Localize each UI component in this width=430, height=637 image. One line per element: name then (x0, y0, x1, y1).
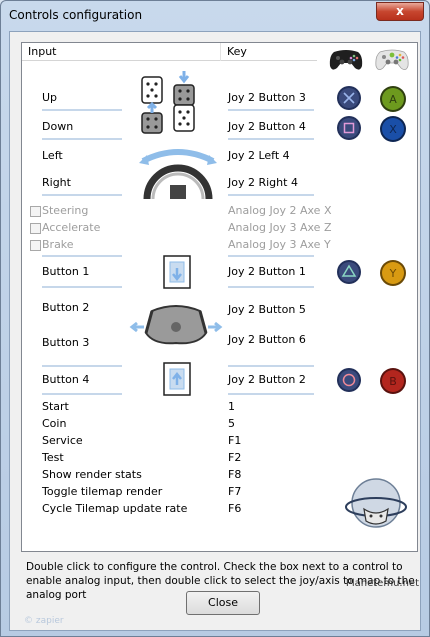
svg-text:X: X (389, 123, 397, 136)
key-value-steering[interactable]: Analog Joy 2 Axe X (228, 204, 331, 217)
ps-circle-button-icon (337, 368, 361, 392)
controls-list[interactable]: Input Key Up Joy 2 Button 3 Down Joy 2 B… (21, 42, 418, 552)
key-value-button-1[interactable]: Joy 2 Button 1 (228, 265, 306, 278)
key-value-button-3[interactable]: Joy 2 Button 6 (228, 333, 306, 346)
key-value-left[interactable]: Joy 2 Left 4 (228, 149, 290, 162)
shifter-up-icon (163, 255, 191, 289)
input-label-button-4[interactable]: Button 4 (42, 373, 89, 386)
input-label-test[interactable]: Test (42, 451, 64, 464)
input-label-cycle-tilemap-update-rate[interactable]: Cycle Tilemap update rate (42, 502, 187, 515)
row-separator (42, 138, 122, 140)
copyright-watermark: © zapier (24, 616, 64, 626)
ps-cross-button-icon (337, 86, 361, 110)
input-label-coin[interactable]: Coin (42, 417, 66, 430)
xbox-gamepad-icon (375, 49, 409, 70)
input-label-button-2[interactable]: Button 2 (42, 301, 89, 314)
svg-text:Y: Y (389, 267, 397, 280)
key-value-accelerate[interactable]: Analog Joy 3 Axe Z (228, 221, 331, 234)
key-value-brake[interactable]: Analog Joy 3 Axe Y (228, 238, 331, 251)
xbox-b-button-icon: B (380, 368, 406, 394)
row-separator (228, 255, 314, 257)
dialog-client-area: Input Key Up Joy 2 Button 3 Down Joy 2 B… (9, 31, 421, 631)
svg-text:B: B (389, 375, 397, 388)
xbox-y-button-icon: Y (380, 260, 406, 286)
row-separator (42, 286, 122, 288)
key-value-start[interactable]: 1 (228, 400, 235, 413)
input-label-service[interactable]: Service (42, 434, 83, 447)
input-label-button-1[interactable]: Button 1 (42, 265, 89, 278)
key-value-button-2[interactable]: Joy 2 Button 5 (228, 303, 306, 316)
column-header-input[interactable]: Input (22, 43, 220, 61)
planet-emulation-logo (345, 478, 407, 528)
input-label-toggle-tilemap-render[interactable]: Toggle tilemap render (42, 485, 162, 498)
pedals-illustration-icon (141, 71, 195, 134)
input-label-show-render-stats[interactable]: Show render stats (42, 468, 142, 481)
ps-triangle-button-icon (337, 260, 361, 284)
key-value-right[interactable]: Joy 2 Right 4 (228, 176, 298, 189)
key-value-service[interactable]: F1 (228, 434, 241, 447)
input-label-up[interactable]: Up (42, 91, 57, 104)
xbox-a-button-icon: A (380, 86, 406, 112)
column-header-key[interactable]: Key (221, 43, 317, 61)
row-separator (42, 109, 122, 111)
row-separator (228, 393, 314, 395)
shifter-down-icon (163, 362, 191, 396)
window-title: Controls configuration (9, 8, 143, 22)
key-value-coin[interactable]: 5 (228, 417, 235, 430)
input-label-steering[interactable]: Steering (42, 204, 88, 217)
key-value-test[interactable]: F2 (228, 451, 241, 464)
steering-wheel-icon (139, 149, 217, 200)
steering-analog-checkbox[interactable] (30, 206, 41, 217)
row-separator (42, 365, 122, 367)
row-separator (42, 194, 122, 196)
row-separator (42, 255, 122, 257)
window-close-button[interactable]: x (376, 2, 424, 21)
close-button[interactable]: Close (186, 591, 260, 615)
input-label-accelerate[interactable]: Accelerate (42, 221, 100, 234)
input-label-left[interactable]: Left (42, 149, 63, 162)
wheel-paddles-icon (129, 305, 223, 345)
row-separator (228, 286, 314, 288)
site-watermark: Planetemu.net (345, 578, 419, 589)
row-separator (42, 393, 122, 395)
row-separator (228, 365, 314, 367)
key-value-show-render-stats[interactable]: F8 (228, 468, 241, 481)
key-value-cycle-tilemap-update-rate[interactable]: F6 (228, 502, 241, 515)
key-value-down[interactable]: Joy 2 Button 4 (228, 120, 306, 133)
key-value-toggle-tilemap-render[interactable]: F7 (228, 485, 241, 498)
svg-text:A: A (389, 93, 397, 106)
xbox-x-button-icon: X (380, 116, 406, 142)
playstation-gamepad-icon (329, 50, 363, 70)
row-separator (228, 138, 314, 140)
row-separator (228, 194, 314, 196)
key-value-button-4[interactable]: Joy 2 Button 2 (228, 373, 306, 386)
key-value-up[interactable]: Joy 2 Button 3 (228, 91, 306, 104)
title-bar[interactable]: Controls configuration x (1, 1, 429, 31)
input-label-brake[interactable]: Brake (42, 238, 74, 251)
controls-configuration-window: Controls configuration x Input Key Up Jo… (0, 0, 430, 637)
accelerate-analog-checkbox[interactable] (30, 223, 41, 234)
input-label-button-3[interactable]: Button 3 (42, 336, 89, 349)
input-label-down[interactable]: Down (42, 120, 73, 133)
row-separator (228, 109, 314, 111)
brake-analog-checkbox[interactable] (30, 240, 41, 251)
ps-square-button-icon (337, 116, 361, 140)
input-label-start[interactable]: Start (42, 400, 69, 413)
input-label-right[interactable]: Right (42, 176, 71, 189)
